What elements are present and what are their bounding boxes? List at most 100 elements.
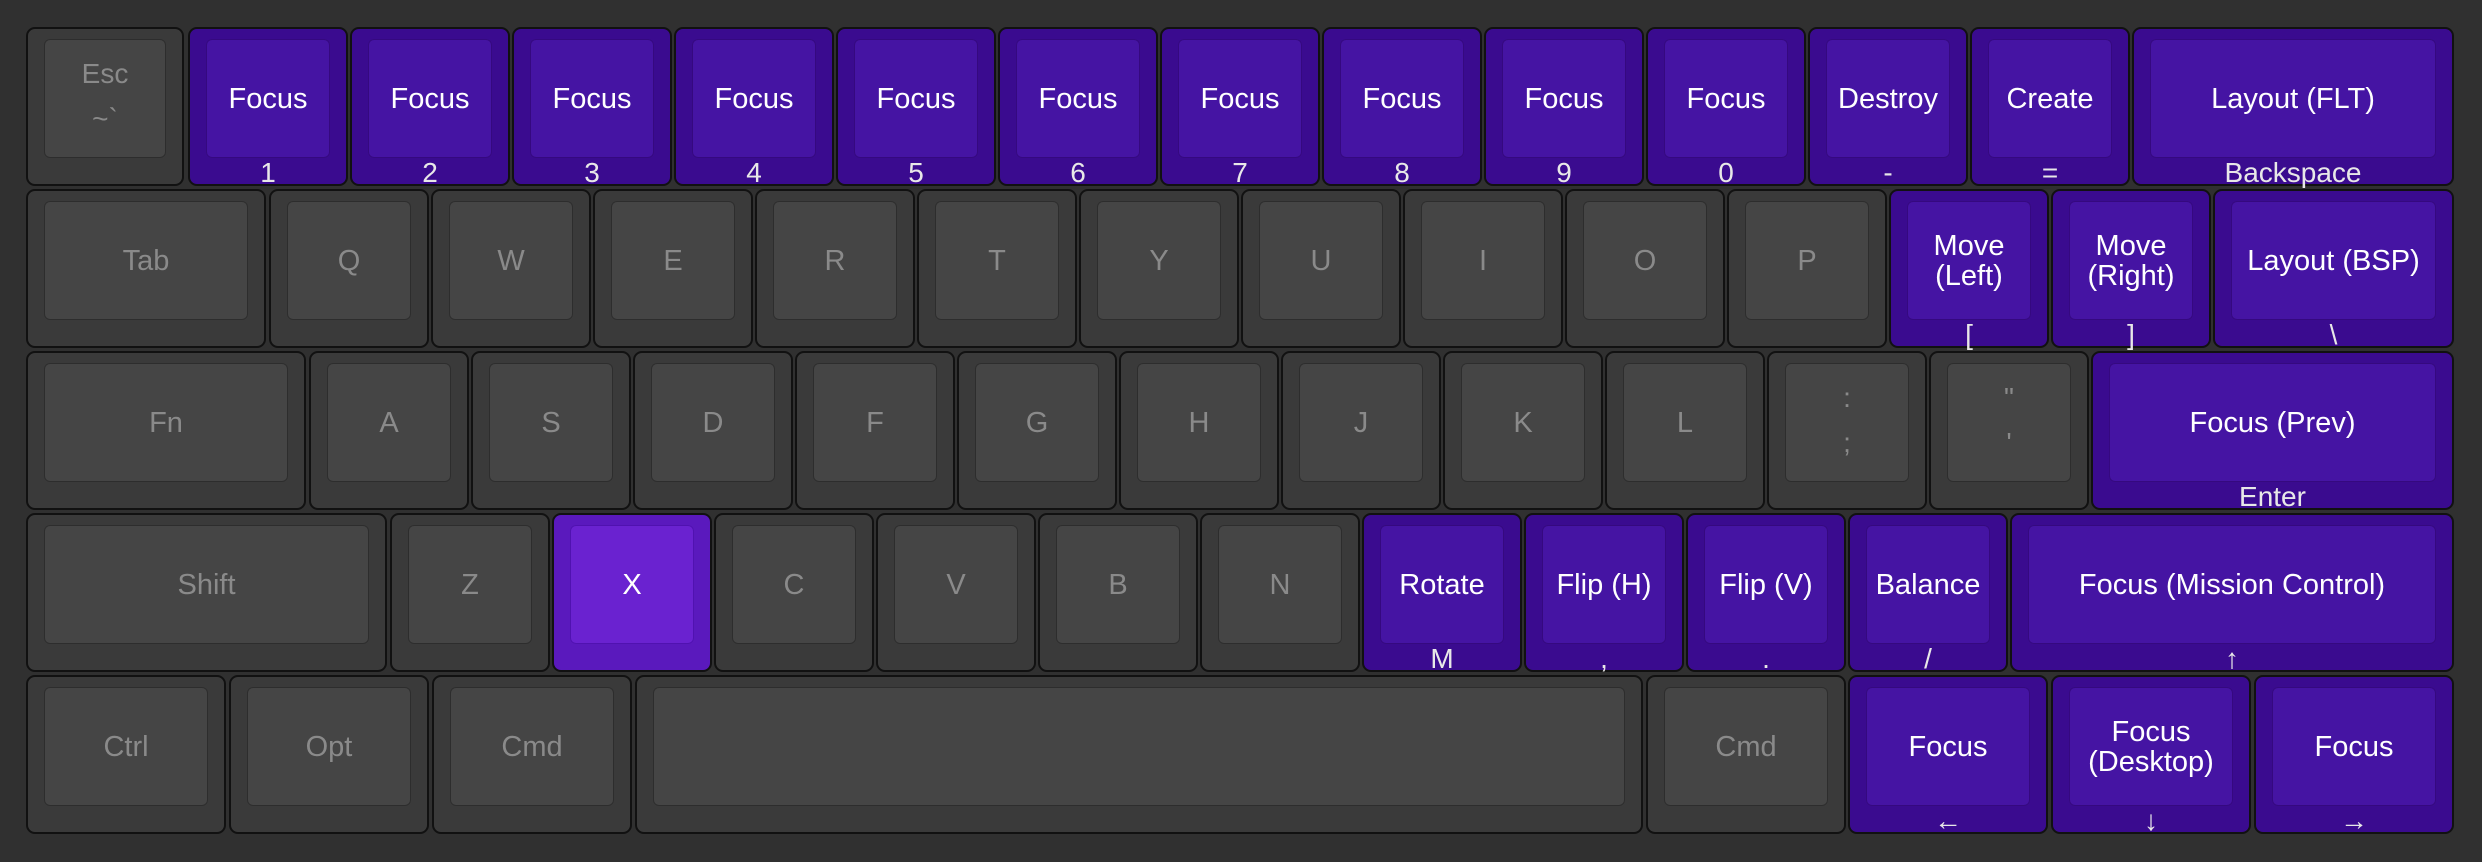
key-t[interactable]: T <box>917 189 1077 348</box>
key-legend: 3 <box>584 157 600 188</box>
key-0[interactable]: Focus 0 <box>1646 27 1806 188</box>
key-g[interactable]: G <box>957 351 1117 510</box>
key-legend: , <box>1600 643 1608 674</box>
key-6[interactable]: Focus 6 <box>998 27 1158 188</box>
key-v[interactable]: V <box>876 513 1036 672</box>
key-bracket-left[interactable]: Move (Left) [ <box>1889 189 2049 350</box>
key-e[interactable]: E <box>593 189 753 348</box>
key-z[interactable]: Z <box>390 513 550 672</box>
key-legend: ← <box>1934 805 1962 836</box>
key-3[interactable]: Focus 3 <box>512 27 672 188</box>
key-space[interactable] <box>635 675 1643 834</box>
key-opt[interactable]: Opt <box>229 675 429 834</box>
key-legend: [ <box>1965 319 1973 350</box>
key-1[interactable]: Focus 1 <box>188 27 348 188</box>
key-label: O <box>1633 244 1657 277</box>
key-label: K <box>1513 406 1533 439</box>
key-label: Balance <box>1875 568 1981 601</box>
key-f[interactable]: F <box>795 351 955 510</box>
key-label: Create <box>2006 82 2094 115</box>
key-bracket-right[interactable]: Move (Right) ] <box>2051 189 2211 350</box>
key-7[interactable]: Focus 7 <box>1160 27 1320 188</box>
key-8[interactable]: Focus 8 <box>1322 27 1482 188</box>
key-k[interactable]: K <box>1443 351 1603 510</box>
key-period[interactable]: Flip (V) . <box>1686 513 1846 674</box>
key-o[interactable]: O <box>1565 189 1725 348</box>
key-b[interactable]: B <box>1038 513 1198 672</box>
key-arrow-down[interactable]: Focus (Desktop) ↓ <box>2051 675 2251 836</box>
key-equal[interactable]: Create = <box>1970 27 2130 188</box>
key-label: H <box>1188 406 1210 439</box>
key-label: Focus (Desktop) <box>2088 715 2214 778</box>
key-label-top: " <box>2004 382 2014 413</box>
key-legend: ] <box>2127 319 2135 350</box>
key-label: U <box>1310 244 1332 277</box>
key-label-bottom: ' <box>2006 427 2012 458</box>
key-d[interactable]: D <box>633 351 793 510</box>
key-x[interactable]: X <box>552 513 712 672</box>
key-h[interactable]: H <box>1119 351 1279 510</box>
key-label: " ' <box>1931 363 2087 482</box>
key-label: Focus <box>1908 730 1988 763</box>
key-semicolon[interactable]: : ; <box>1767 351 1927 510</box>
key-j[interactable]: J <box>1281 351 1441 510</box>
key-4[interactable]: Focus 4 <box>674 27 834 188</box>
key-label: Q <box>337 244 361 277</box>
key-label-top: : <box>1843 382 1851 413</box>
key-9[interactable]: Focus 9 <box>1484 27 1644 188</box>
key-backslash[interactable]: Layout (BSP) \ <box>2213 189 2454 350</box>
key-label: Ctrl <box>103 730 149 763</box>
key-quote[interactable]: " ' <box>1929 351 2089 510</box>
key-label: Layout (BSP) <box>2247 244 2420 277</box>
key-cmd-right[interactable]: Cmd <box>1646 675 1846 834</box>
key-label: Focus <box>390 82 470 115</box>
key-label: Z <box>461 568 479 601</box>
key-label: Focus <box>1038 82 1118 115</box>
key-arrow-left[interactable]: Focus ← <box>1848 675 2048 836</box>
key-tab[interactable]: Tab <box>26 189 266 348</box>
key-c[interactable]: C <box>714 513 874 672</box>
key-label: C <box>783 568 805 601</box>
key-label: N <box>1269 568 1291 601</box>
key-enter[interactable]: Focus (Prev) Enter <box>2091 351 2454 512</box>
key-n[interactable]: N <box>1200 513 1360 672</box>
key-ctrl[interactable]: Ctrl <box>26 675 226 834</box>
key-y[interactable]: Y <box>1079 189 1239 348</box>
key-u[interactable]: U <box>1241 189 1401 348</box>
key-legend: \ <box>2329 319 2338 350</box>
key-5[interactable]: Focus 5 <box>836 27 996 188</box>
key-m[interactable]: Rotate M <box>1362 513 1522 674</box>
key-esc[interactable]: Esc ~` <box>26 27 184 186</box>
key-s[interactable]: S <box>471 351 631 510</box>
keyboard-layout: Esc ~` Focus 1 Focus 2 Focus 3 Focus 4 F… <box>0 0 2482 862</box>
key-backspace[interactable]: Layout (FLT) Backspace <box>2132 27 2454 188</box>
key-l[interactable]: L <box>1605 351 1765 510</box>
key-i[interactable]: I <box>1403 189 1563 348</box>
key-r[interactable]: R <box>755 189 915 348</box>
key-label: Tab <box>122 244 170 277</box>
key-legend: ↑ <box>2225 643 2239 674</box>
key-2[interactable]: Focus 2 <box>350 27 510 188</box>
key-label: Layout (FLT) <box>2211 82 2375 115</box>
key-w[interactable]: W <box>431 189 591 348</box>
key-minus[interactable]: Destroy - <box>1808 27 1968 188</box>
key-label: A <box>379 406 399 439</box>
key-legend: . <box>1762 643 1770 674</box>
key-arrow-right[interactable]: Focus → <box>2254 675 2454 836</box>
key-label: F <box>866 406 884 439</box>
key-label: E <box>663 244 683 277</box>
key-comma[interactable]: Flip (H) , <box>1524 513 1684 674</box>
key-shift[interactable]: Shift <box>26 513 387 672</box>
key-label: J <box>1353 406 1369 439</box>
key-p[interactable]: P <box>1727 189 1887 348</box>
key-q[interactable]: Q <box>269 189 429 348</box>
key-arrow-up[interactable]: Focus (Mission Control) ↑ <box>2010 513 2454 674</box>
key-cmd-left[interactable]: Cmd <box>432 675 632 834</box>
key-legend: ↓ <box>2144 805 2158 836</box>
key-a[interactable]: A <box>309 351 469 510</box>
key-label-top: Esc <box>81 58 129 89</box>
key-label: Flip (H) <box>1556 568 1652 601</box>
key-slash[interactable]: Balance / <box>1848 513 2008 674</box>
key-fn[interactable]: Fn <box>26 351 306 510</box>
key-legend: 0 <box>1718 157 1734 188</box>
